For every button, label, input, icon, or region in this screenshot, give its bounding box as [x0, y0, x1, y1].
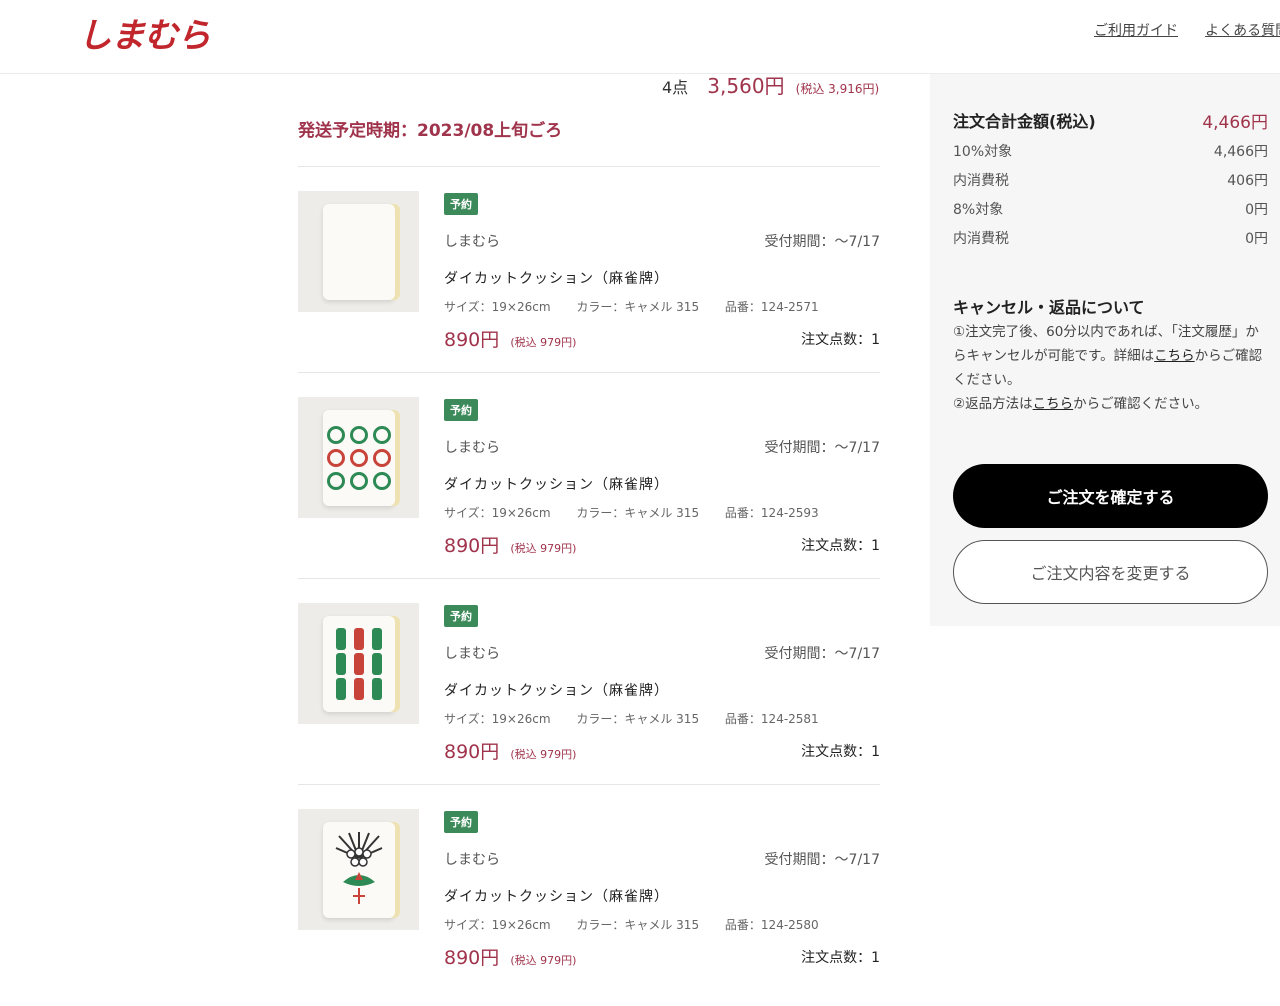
item-code: 品番：124-2571: [724, 300, 819, 314]
total-value: 4,466円: [1202, 113, 1268, 133]
item-brand: しまむら: [444, 234, 500, 250]
item-price: 890円 (税込 979円): [444, 531, 576, 558]
product-image[interactable]: [298, 603, 419, 724]
change-order-button[interactable]: ご注文内容を変更する: [953, 540, 1268, 604]
item-price-value: 890円: [444, 947, 500, 969]
item-size: サイズ：19×26cm: [444, 506, 551, 520]
shimamura-logo[interactable]: しまむら: [78, 8, 211, 57]
rate8-row: 8%対象 0円: [953, 199, 1268, 219]
item-price: 890円 (税込 979円): [444, 737, 576, 764]
order-summary: 4点 3,560円 (税込 3,916円): [662, 70, 879, 99]
item-price-value: 890円: [444, 535, 500, 557]
confirm-order-button[interactable]: ご注文を確定する: [953, 464, 1268, 528]
total-row: 注文合計金額(税込) 4,466円: [953, 108, 1268, 133]
mahjong-tile-circles-icon: [322, 409, 395, 506]
item-brand: しまむら: [444, 440, 500, 456]
rate10-label: 10%対象: [953, 144, 1013, 160]
item-size: サイズ：19×26cm: [444, 712, 551, 726]
summary-price: 3,560円: [707, 74, 785, 98]
item-period: 受付期間：～7/17: [764, 440, 880, 456]
product-image[interactable]: [298, 191, 419, 312]
header-nav: ご利用ガイド よくある質問: [1094, 20, 1280, 40]
cancel-policy-title: キャンセル・返品について: [953, 298, 1145, 317]
item-price-tax: (税込 979円): [510, 954, 577, 967]
site-header: しまむら ご利用ガイド よくある質問: [0, 0, 1280, 74]
item-price-tax: (税込 979円): [510, 542, 577, 555]
cancel-text-2-end: からご確認ください。: [1073, 396, 1209, 412]
order-item: 予約 しまむら 受付期間：～7/17 ダイカットクッション（麻雀牌） サイズ：1…: [298, 166, 880, 372]
item-color: カラー：キャメル 315: [576, 918, 700, 932]
item-name[interactable]: ダイカットクッション（麻雀牌）: [444, 474, 669, 494]
item-code: 品番：124-2580: [724, 918, 819, 932]
cancel-details-link[interactable]: こちら: [1154, 348, 1195, 364]
item-specs: サイズ：19×26cm カラー：キャメル 315 品番：124-2593: [444, 504, 841, 521]
item-count: 注文点数：1: [801, 538, 880, 554]
item-specs: サイズ：19×26cm カラー：キャメル 315 品番：124-2571: [444, 298, 841, 315]
product-image[interactable]: [298, 397, 419, 518]
tax8-value: 0円: [1245, 231, 1268, 247]
order-item: 予約 しまむら 受付期間：～7/17 ダイカットクッション（麻雀牌） サイズ：1…: [298, 784, 880, 990]
product-image[interactable]: [298, 809, 419, 930]
item-name[interactable]: ダイカットクッション（麻雀牌）: [444, 268, 669, 288]
summary-tax: (税込 3,916円): [795, 82, 880, 96]
item-code: 品番：124-2581: [724, 712, 819, 726]
item-count: 注文点数：1: [801, 332, 880, 348]
tax8-label: 内消費税: [953, 231, 1009, 247]
rate8-value: 0円: [1245, 202, 1268, 218]
reservation-badge: 予約: [444, 193, 478, 215]
item-count: 注文点数：1: [801, 744, 880, 760]
item-period: 受付期間：～7/17: [764, 852, 880, 868]
order-item: 予約 しまむら 受付期間：～7/17 ダイカットクッション（麻雀牌） サイズ：1…: [298, 578, 880, 784]
rate8-label: 8%対象: [953, 202, 1004, 218]
reservation-badge: 予約: [444, 605, 478, 627]
tax8-row: 内消費税 0円: [953, 228, 1268, 248]
return-details-link[interactable]: こちら: [1033, 396, 1074, 412]
item-color: カラー：キャメル 315: [576, 712, 700, 726]
mahjong-tile-white-icon: [322, 203, 395, 300]
item-name[interactable]: ダイカットクッション（麻雀牌）: [444, 680, 669, 700]
item-price: 890円 (税込 979円): [444, 943, 576, 970]
item-color: カラー：キャメル 315: [576, 300, 700, 314]
item-price-value: 890円: [444, 741, 500, 763]
item-price-tax: (税込 979円): [510, 748, 577, 761]
summary-qty: 4点: [662, 78, 689, 97]
shipping-date: 発送予定時期：2023/08上旬ごろ: [298, 121, 563, 141]
item-price: 890円 (税込 979円): [444, 325, 576, 352]
rate10-row: 10%対象 4,466円: [953, 141, 1268, 161]
mahjong-tile-bird-icon: [322, 821, 395, 918]
tax10-label: 内消費税: [953, 173, 1009, 189]
tax10-row: 内消費税 406円: [953, 170, 1268, 190]
item-brand: しまむら: [444, 852, 500, 868]
item-specs: サイズ：19×26cm カラー：キャメル 315 品番：124-2580: [444, 916, 841, 933]
item-size: サイズ：19×26cm: [444, 918, 551, 932]
guide-link[interactable]: ご利用ガイド: [1094, 23, 1178, 39]
order-item-list: 予約 しまむら 受付期間：～7/17 ダイカットクッション（麻雀牌） サイズ：1…: [298, 166, 880, 990]
item-brand: しまむら: [444, 646, 500, 662]
order-sidebar: 注文合計金額(税込) 4,466円 10%対象 4,466円 内消費税 406円…: [930, 74, 1280, 626]
reservation-badge: 予約: [444, 811, 478, 833]
order-item: 予約 しまむら 受付期間：～7/17 ダイカットクッション（麻雀牌） サイズ：1…: [298, 372, 880, 578]
item-size: サイズ：19×26cm: [444, 300, 551, 314]
item-specs: サイズ：19×26cm カラー：キャメル 315 品番：124-2581: [444, 710, 841, 727]
total-label: 注文合計金額(税込): [953, 112, 1096, 131]
item-count: 注文点数：1: [801, 950, 880, 966]
cancel-policy-text: ①注文完了後、60分以内であれば、「注文履歴」からキャンセルが可能です。詳細はこ…: [953, 320, 1268, 416]
faq-link[interactable]: よくある質問: [1205, 23, 1280, 39]
peacock-bird-icon: [335, 831, 382, 904]
reservation-badge: 予約: [444, 399, 478, 421]
item-code: 品番：124-2593: [724, 506, 819, 520]
item-period: 受付期間：～7/17: [764, 234, 880, 250]
tax10-value: 406円: [1227, 173, 1268, 189]
item-price-value: 890円: [444, 329, 500, 351]
item-period: 受付期間：～7/17: [764, 646, 880, 662]
mahjong-tile-bamboo-icon: [322, 615, 395, 712]
rate10-value: 4,466円: [1213, 144, 1268, 160]
item-price-tax: (税込 979円): [510, 336, 577, 349]
item-name[interactable]: ダイカットクッション（麻雀牌）: [444, 886, 669, 906]
cancel-text-2: ②返品方法は: [953, 396, 1033, 412]
item-color: カラー：キャメル 315: [576, 506, 700, 520]
